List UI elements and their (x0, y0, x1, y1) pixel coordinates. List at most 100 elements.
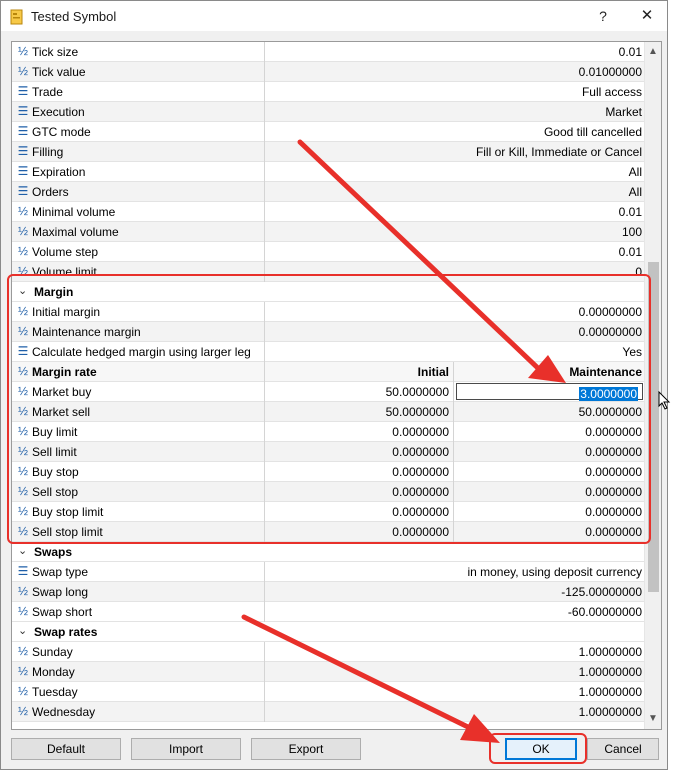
property-row[interactable]: ☰ GTC mode Good till cancelled (12, 122, 646, 142)
column-divider (264, 142, 265, 162)
property-value[interactable]: in money, using deposit currency (467, 565, 642, 579)
property-row[interactable]: ☰ Filling Fill or Kill, Immediate or Cance… (12, 142, 646, 162)
property-row[interactable]: ½ Sunday 1.00000000 (12, 642, 646, 662)
property-value[interactable]: All (629, 185, 642, 199)
property-value[interactable]: 100 (622, 225, 642, 239)
mouse-cursor-icon (658, 391, 671, 410)
property-value[interactable]: -60.00000000 (568, 605, 642, 619)
column-divider (264, 682, 265, 702)
cancel-button[interactable]: Cancel (587, 738, 659, 760)
chevron-down-icon[interactable]: ⌄ (18, 544, 27, 557)
property-label: Maximal volume (32, 225, 119, 239)
half-icon: ½ (17, 664, 28, 678)
title-bar: Tested Symbol ? ✕ (0, 0, 668, 31)
column-divider (264, 122, 265, 142)
property-label: GTC mode (32, 125, 91, 139)
property-value[interactable]: 0.01 (619, 205, 642, 219)
default-button[interactable]: Default (11, 738, 121, 760)
property-value[interactable]: 0.01 (619, 245, 642, 259)
property-row[interactable]: ☰ Execution Market (12, 102, 646, 122)
property-row[interactable]: ☰ Expiration All (12, 162, 646, 182)
half-icon: ½ (17, 64, 28, 78)
help-button[interactable]: ? (593, 6, 613, 26)
half-icon: ½ (17, 44, 28, 58)
half-icon: ½ (17, 644, 28, 658)
property-label: Filling (32, 145, 64, 159)
list-icon: ☰ (17, 124, 29, 138)
property-value[interactable]: Market (605, 105, 642, 119)
column-divider (264, 202, 265, 222)
section-swaps[interactable]: ⌄ Swaps (12, 542, 646, 562)
property-value[interactable]: 1.00000000 (579, 705, 642, 719)
half-icon: ½ (17, 224, 28, 238)
list-icon: ☰ (17, 84, 29, 98)
property-row[interactable]: ½ Tuesday 1.00000000 (12, 682, 646, 702)
section-swap-rates[interactable]: ⌄ Swap rates (12, 622, 646, 642)
section-label: Swaps (34, 545, 73, 559)
close-button[interactable]: ✕ (635, 6, 659, 26)
property-value[interactable]: Full access (582, 85, 642, 99)
column-divider (264, 662, 265, 682)
window-title: Tested Symbol (31, 9, 117, 24)
property-value[interactable]: 1.00000000 (579, 645, 642, 659)
ok-highlight-box (489, 733, 587, 764)
column-divider (264, 162, 265, 182)
property-label: Tuesday (32, 685, 78, 699)
column-divider (264, 602, 265, 622)
list-icon: ☰ (17, 164, 29, 178)
column-divider (264, 702, 265, 722)
property-label: Sunday (32, 645, 73, 659)
column-divider (264, 642, 265, 662)
property-value[interactable]: -125.00000000 (561, 585, 642, 599)
margin-highlight-box (7, 274, 651, 544)
chevron-down-icon[interactable]: ⌄ (18, 624, 27, 637)
property-value[interactable]: Fill or Kill, Immediate or Cancel (476, 145, 642, 159)
property-row[interactable]: ½ Minimal volume 0.01 (12, 202, 646, 222)
column-divider (264, 102, 265, 122)
import-button[interactable]: Import (131, 738, 241, 760)
column-divider (264, 562, 265, 582)
export-button[interactable]: Export (251, 738, 361, 760)
app-icon (10, 9, 23, 25)
column-divider (264, 182, 265, 202)
property-label: Swap type (32, 565, 89, 579)
half-icon: ½ (17, 244, 28, 258)
property-row[interactable]: ☰ Swap type in money, using deposit curren… (12, 562, 646, 582)
property-value[interactable]: 1.00000000 (579, 665, 642, 679)
property-value[interactable]: Good till cancelled (544, 125, 642, 139)
property-label: Tick value (32, 65, 86, 79)
property-label: Orders (32, 185, 69, 199)
property-value[interactable]: 0.01000000 (579, 65, 642, 79)
property-label: Tick size (32, 45, 79, 59)
property-row[interactable]: ☰ Orders All (12, 182, 646, 202)
property-row[interactable]: ½ Monday 1.00000000 (12, 662, 646, 682)
column-divider (264, 42, 265, 62)
section-label: Swap rates (34, 625, 98, 639)
property-row[interactable]: ½ Maximal volume 100 (12, 222, 646, 242)
property-row[interactable]: ½ Tick value 0.01000000 (12, 62, 646, 82)
property-row[interactable]: ½ Swap long -125.00000000 (12, 582, 646, 602)
property-value[interactable]: All (629, 165, 642, 179)
property-label: Trade (32, 85, 63, 99)
column-divider (264, 242, 265, 262)
scroll-down-icon[interactable]: ▼ (645, 711, 661, 727)
list-icon: ☰ (17, 184, 29, 198)
list-icon: ☰ (17, 144, 29, 158)
property-value[interactable]: 0.01 (619, 45, 642, 59)
property-label: Swap long (32, 585, 89, 599)
half-icon: ½ (17, 584, 28, 598)
property-row[interactable]: ½ Wednesday 1.00000000 (12, 702, 646, 722)
half-icon: ½ (17, 684, 28, 698)
half-icon: ½ (17, 604, 28, 618)
property-row[interactable]: ½ Tick size 0.01 (12, 42, 646, 62)
property-row[interactable]: ½ Volume step 0.01 (12, 242, 646, 262)
property-row[interactable]: ½ Swap short -60.00000000 (12, 602, 646, 622)
half-icon: ½ (17, 704, 28, 718)
property-label: Execution (32, 105, 85, 119)
property-label: Swap short (32, 605, 93, 619)
scroll-up-icon[interactable]: ▲ (645, 44, 661, 60)
property-value[interactable]: 1.00000000 (579, 685, 642, 699)
property-row[interactable]: ☰ Trade Full access (12, 82, 646, 102)
column-divider (264, 582, 265, 602)
property-label: Wednesday (32, 705, 96, 719)
